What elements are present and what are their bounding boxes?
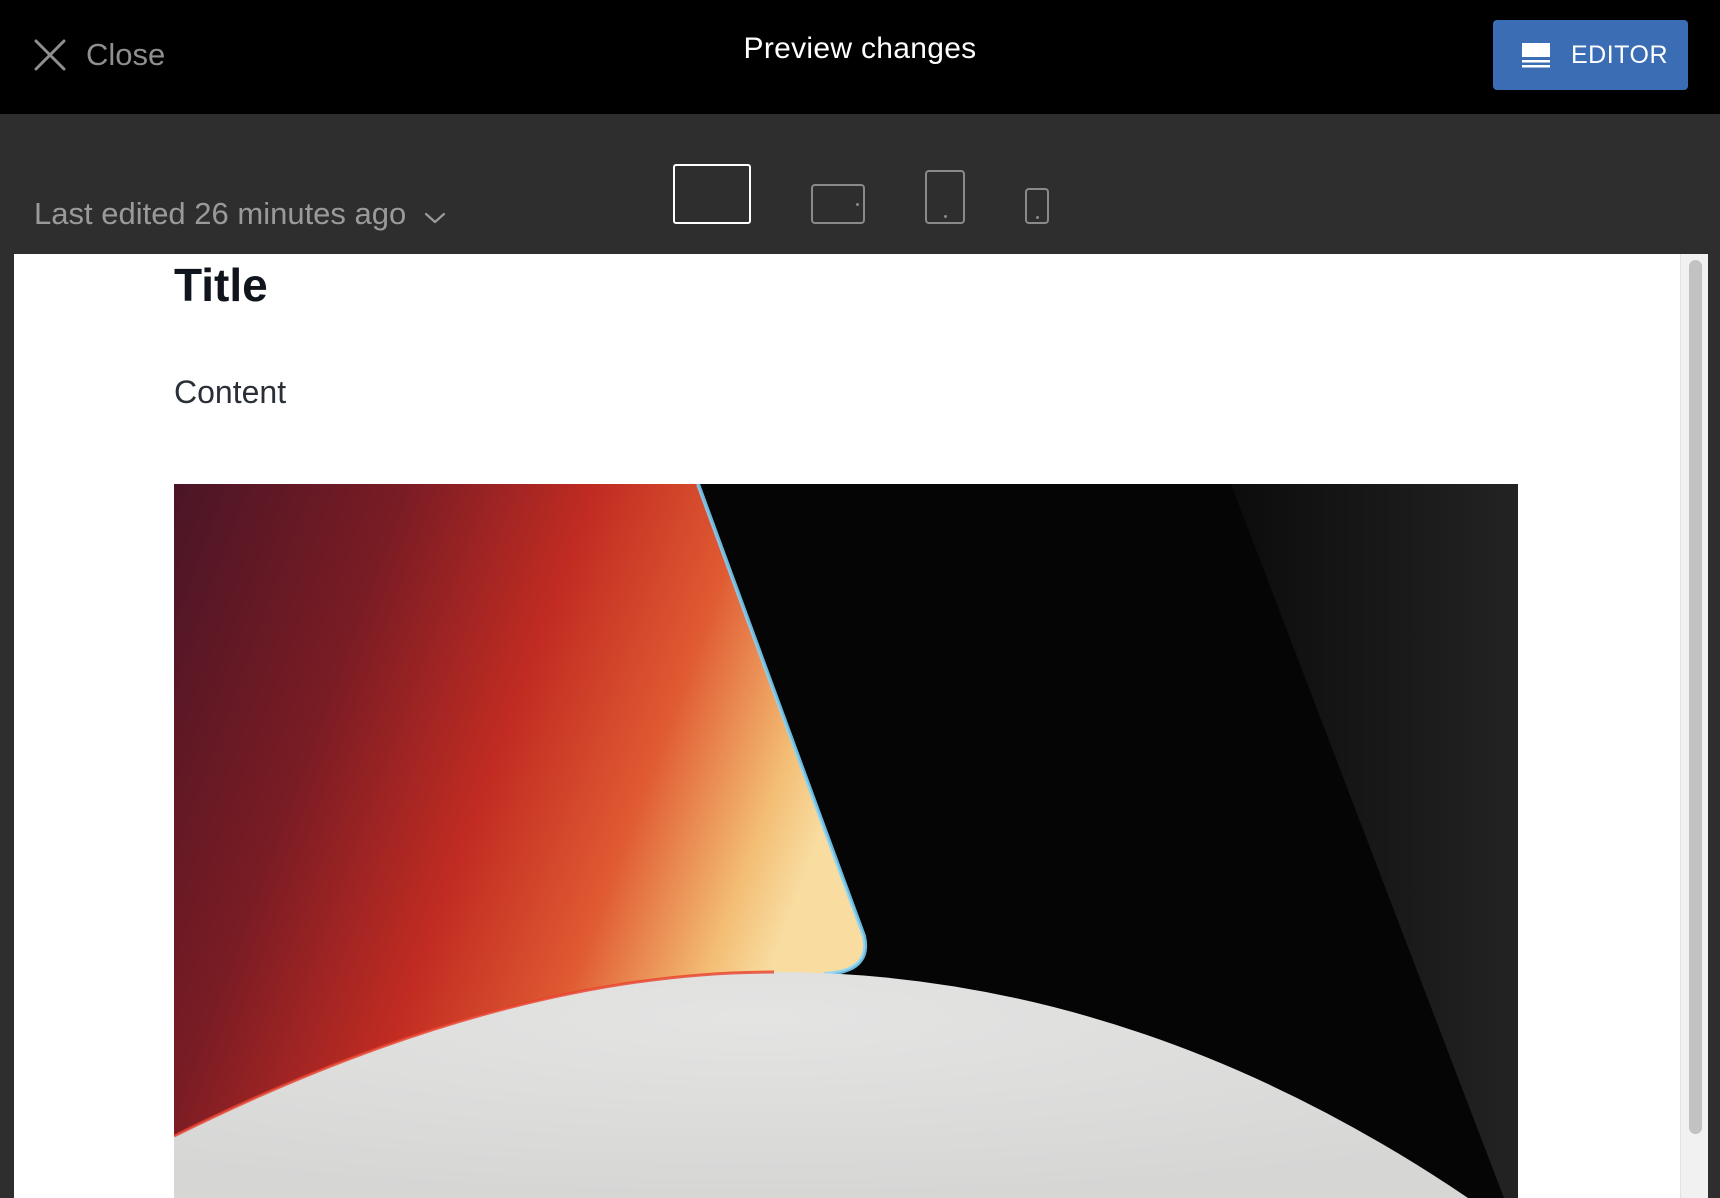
- page-title: Preview changes: [743, 32, 977, 65]
- editor-label: EDITOR: [1571, 40, 1668, 69]
- tablet-landscape-device-button[interactable]: [811, 184, 865, 224]
- scrollbar-thumb[interactable]: [1689, 260, 1702, 1134]
- tablet-landscape-icon: [856, 203, 859, 206]
- preview-scrollbar[interactable]: [1680, 254, 1708, 1198]
- last-edited-dropdown[interactable]: Last edited 26 minutes ago: [34, 196, 446, 232]
- post-image: [174, 484, 1518, 1198]
- desktop-device-button[interactable]: [673, 164, 751, 224]
- post-title: Title: [174, 259, 268, 311]
- editor-button[interactable]: EDITOR: [1493, 20, 1688, 90]
- tablet-portrait-device-button[interactable]: [925, 170, 965, 224]
- last-edited-label: Last edited 26 minutes ago: [34, 196, 407, 231]
- chevron-down-icon: [425, 212, 446, 224]
- top-bar: Close Preview changes EDITOR: [0, 0, 1720, 114]
- post-content: Content: [174, 374, 287, 410]
- preview-frame[interactable]: Title Content: [14, 254, 1708, 1198]
- mobile-device-button[interactable]: [1025, 188, 1049, 224]
- editor-icon: [1522, 43, 1550, 68]
- preview-toolbar: Last edited 26 minutes ago: [0, 114, 1720, 254]
- tablet-portrait-icon: [944, 215, 947, 218]
- mobile-icon: [1036, 216, 1039, 219]
- abstract-gradient-image: [174, 484, 1518, 1198]
